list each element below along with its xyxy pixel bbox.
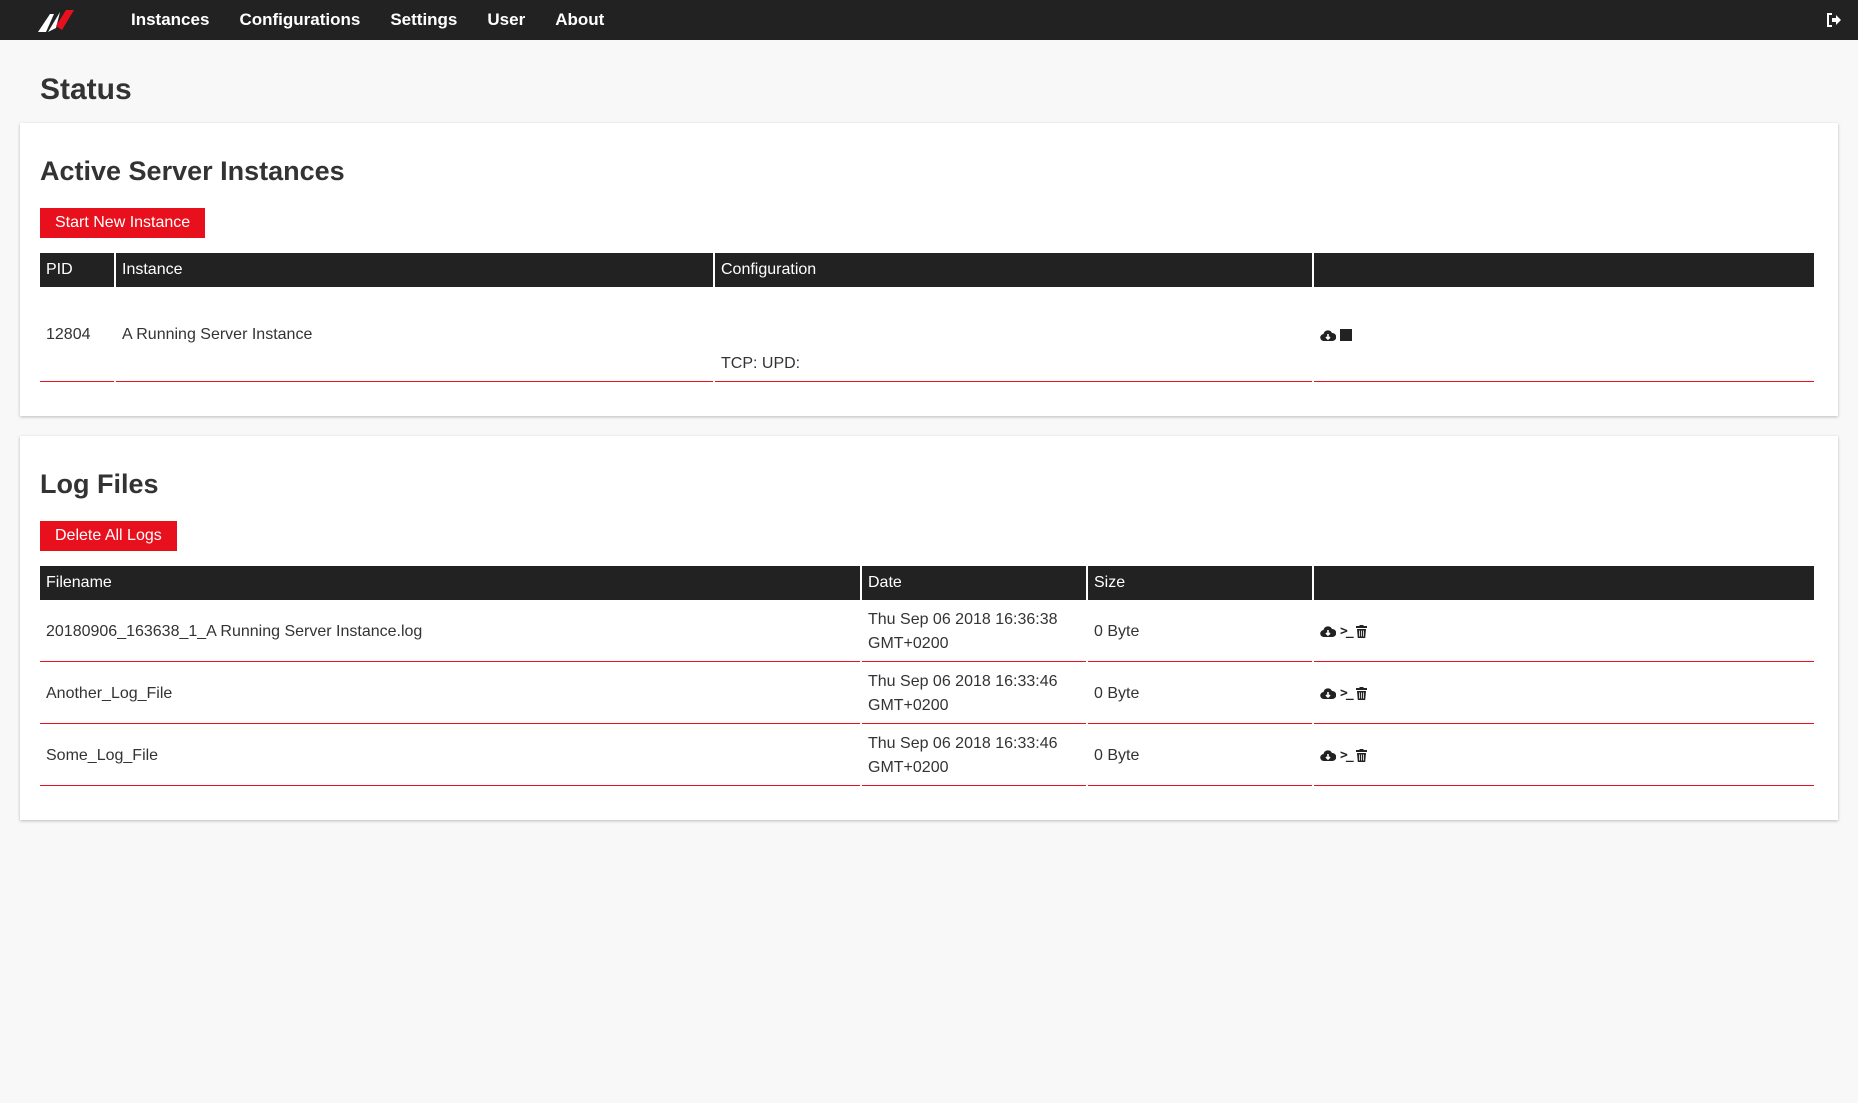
log-actions: >_ — [1314, 602, 1814, 662]
delete-all-logs-button[interactable]: Delete All Logs — [40, 521, 177, 551]
column-header-actions — [1314, 253, 1814, 287]
terminal-icon[interactable]: >_ — [1340, 748, 1354, 763]
nav-item-instances[interactable]: Instances — [116, 0, 224, 40]
terminal-icon[interactable]: >_ — [1340, 686, 1354, 701]
sign-out-icon[interactable] — [1826, 12, 1842, 28]
top-navbar: Instances Configurations Settings User A… — [0, 0, 1858, 40]
column-header-pid: PID — [40, 253, 114, 287]
active-instances-card: Active Server Instances Start New Instan… — [20, 123, 1838, 416]
page-title: Status — [40, 73, 132, 106]
column-header-size: Size — [1088, 566, 1312, 600]
terminal-icon[interactable]: >_ — [1340, 624, 1354, 639]
column-header-configuration: Configuration — [715, 253, 1312, 287]
cloud-download-icon[interactable] — [1320, 625, 1336, 638]
ac-logo[interactable] — [36, 0, 86, 40]
log-files-heading: Log Files — [40, 469, 159, 499]
column-header-date: Date — [862, 566, 1086, 600]
log-date: Thu Sep 06 2018 16:33:46 GMT+0200 — [862, 664, 1086, 724]
log-date: Thu Sep 06 2018 16:36:38 GMT+0200 — [862, 602, 1086, 662]
column-header-actions — [1314, 566, 1814, 600]
nav-item-about[interactable]: About — [540, 0, 619, 40]
instances-table: PID Instance Configuration 12804 A Runni… — [38, 251, 1816, 384]
active-instances-heading: Active Server Instances — [40, 156, 345, 186]
log-date: Thu Sep 06 2018 16:33:46 GMT+0200 — [862, 726, 1086, 786]
cloud-download-icon[interactable] — [1320, 329, 1336, 342]
instance-pid: 12804 — [40, 289, 114, 382]
log-actions: >_ — [1314, 664, 1814, 724]
log-size: 0 Byte — [1088, 602, 1312, 662]
table-row: 20180906_163638_1_A Running Server Insta… — [40, 602, 1814, 662]
log-filename: Another_Log_File — [40, 664, 860, 724]
start-new-instance-button[interactable]: Start New Instance — [40, 208, 206, 238]
nav-item-configurations[interactable]: Configurations — [224, 0, 375, 40]
nav-item-user[interactable]: User — [472, 0, 540, 40]
log-size: 0 Byte — [1088, 726, 1312, 786]
instance-configuration: TCP: UPD: — [715, 289, 1312, 382]
cloud-download-icon[interactable] — [1320, 687, 1336, 700]
table-row: Another_Log_File Thu Sep 06 2018 16:33:4… — [40, 664, 1814, 724]
log-filename: Some_Log_File — [40, 726, 860, 786]
trash-icon[interactable] — [1355, 625, 1367, 638]
cloud-download-icon[interactable] — [1320, 749, 1336, 762]
trash-icon[interactable] — [1355, 687, 1367, 700]
log-files-card: Log Files Delete All Logs Filename Date … — [20, 436, 1838, 820]
log-size: 0 Byte — [1088, 664, 1312, 724]
logs-table: Filename Date Size 20180906_163638_1_A R… — [38, 564, 1816, 788]
nav-item-settings[interactable]: Settings — [375, 0, 472, 40]
instance-name: A Running Server Instance — [116, 289, 713, 382]
column-header-instance: Instance — [116, 253, 713, 287]
nav-menu: Instances Configurations Settings User A… — [116, 0, 619, 40]
column-header-filename: Filename — [40, 566, 860, 600]
trash-icon[interactable] — [1355, 749, 1367, 762]
table-row: 12804 A Running Server Instance TCP: UPD… — [40, 289, 1814, 382]
instance-actions — [1314, 289, 1814, 382]
log-actions: >_ — [1314, 726, 1814, 786]
stop-icon[interactable] — [1340, 329, 1352, 341]
log-filename: 20180906_163638_1_A Running Server Insta… — [40, 602, 860, 662]
table-row: Some_Log_File Thu Sep 06 2018 16:33:46 G… — [40, 726, 1814, 786]
